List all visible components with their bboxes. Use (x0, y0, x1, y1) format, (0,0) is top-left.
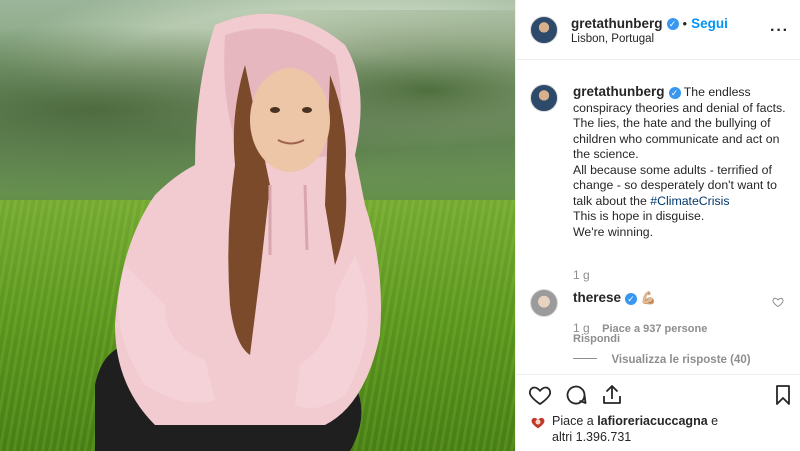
likes-user[interactable]: lafioreriacuccagna (597, 414, 707, 428)
post-photo[interactable] (0, 0, 515, 451)
small-heart-icon[interactable] (772, 296, 784, 308)
comment-body: therese ✓ 💪🏼 (573, 290, 656, 306)
caption-username[interactable]: gretathunberg (573, 84, 665, 99)
likes-others[interactable]: altri 1.396.731 (552, 430, 631, 444)
caption-line-2: The lies, the hate and the bullying of c… (573, 116, 780, 161)
hashtag-link[interactable]: #ClimateCrisis (650, 194, 729, 208)
caption-avatar[interactable] (530, 84, 558, 112)
separator-dot: • (682, 16, 688, 31)
follow-button[interactable]: Segui (691, 16, 728, 31)
liker-avatar[interactable] (530, 415, 546, 429)
location-link[interactable]: Lisbon, Portugal (571, 33, 654, 45)
post-sidebar: gretathunberg ✓ • Segui Lisbon, Portugal ··… (515, 0, 800, 451)
more-options-icon[interactable]: ··· (770, 22, 789, 40)
reply-button[interactable]: Rispondi (573, 333, 620, 345)
comment-username[interactable]: therese (573, 290, 621, 305)
header-username[interactable]: gretathunberg (571, 16, 663, 31)
post-header: gretathunberg ✓ • Segui Lisbon, Portugal ··… (516, 0, 800, 60)
comment-icon[interactable] (564, 383, 588, 407)
comment-avatar[interactable] (530, 289, 558, 317)
header-user-line: gretathunberg ✓ • Segui (571, 15, 728, 33)
photo-person (95, 13, 381, 451)
likes-and: e (711, 414, 719, 428)
share-icon[interactable] (600, 383, 624, 407)
verified-badge-icon: ✓ (668, 86, 681, 99)
caption-line-4: This is hope in disguise. (573, 209, 705, 223)
actions-divider (516, 374, 800, 375)
caption-time[interactable]: 1 g (573, 268, 590, 282)
likes-summary: Piace a lafioreriacuccagna e altri 1.396… (552, 413, 718, 445)
comment-emoji: 💪🏼 (640, 291, 657, 305)
likes-prefix: Piace a (552, 414, 594, 428)
bookmark-icon[interactable] (771, 383, 795, 407)
caption-line-5: We're winning. (573, 224, 654, 239)
caption-text: gretathunberg ✓ The endless conspiracy th… (573, 84, 793, 240)
replies-divider (573, 358, 597, 360)
heart-icon[interactable] (528, 383, 552, 407)
avatar[interactable] (530, 16, 558, 44)
view-replies-button[interactable]: Visualizza le risposte (40) (611, 354, 750, 366)
verified-badge-icon: ✓ (625, 292, 638, 305)
verified-badge-icon: ✓ (666, 17, 679, 30)
view-replies-row[interactable]: Visualizza le risposte (40) (573, 350, 751, 368)
